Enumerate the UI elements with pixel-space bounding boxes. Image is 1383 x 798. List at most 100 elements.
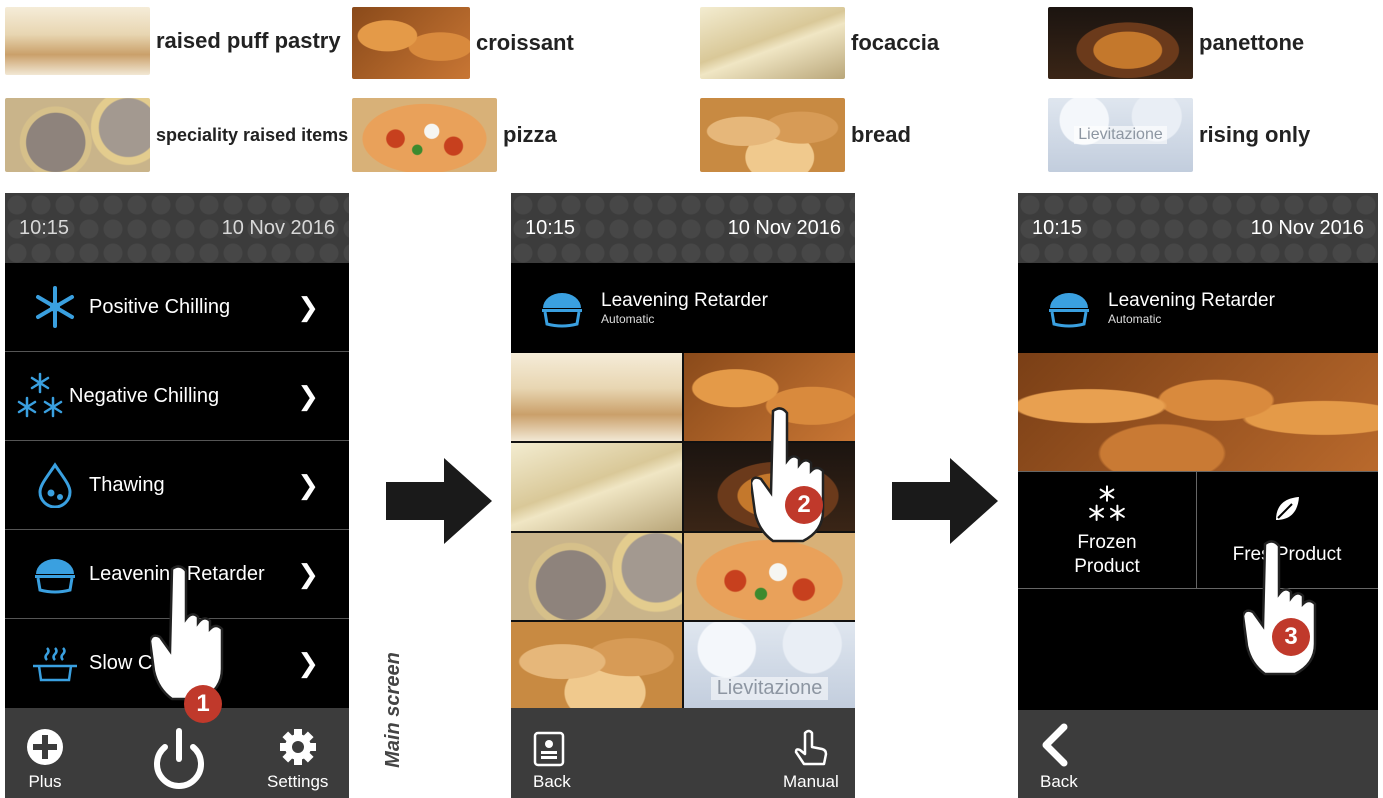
- dough-bowl-icon: [25, 549, 85, 599]
- program-mode: Automatic: [1108, 312, 1162, 326]
- plus-label: Plus: [28, 772, 62, 791]
- bottom-bar: Plus Settings: [5, 708, 349, 798]
- bottom-bar: Back: [1018, 710, 1378, 798]
- menu-item-label: Thawing: [89, 473, 165, 496]
- pointing-hand-icon: [751, 407, 825, 543]
- dough-bowl-icon: [542, 293, 582, 328]
- back-label: Back: [533, 772, 571, 791]
- snowflake-cluster-icon: [1089, 485, 1125, 521]
- dough-bowl-icon: [1049, 293, 1089, 328]
- legend-panettone: panettone: [1048, 7, 1304, 79]
- chevron-right-icon: ❯: [297, 648, 319, 678]
- clock: 10:15: [19, 216, 70, 239]
- snowflake-icon: [25, 282, 85, 332]
- chevron-left-icon: [1042, 723, 1068, 767]
- bread-image: [700, 98, 845, 172]
- side-caption: Main screen: [382, 625, 412, 795]
- legend-croissant: croissant: [352, 7, 574, 79]
- status-bar: 10:15 10 Nov 2016: [5, 193, 349, 263]
- step-badge: 3: [1272, 618, 1310, 656]
- gear-icon: [279, 729, 316, 765]
- plus-icon: [27, 729, 63, 765]
- chevron-right-icon: ❯: [297, 291, 319, 322]
- tile-focaccia[interactable]: [511, 442, 682, 531]
- legend-focaccia: focaccia: [700, 7, 939, 79]
- clock: 10:15: [525, 216, 576, 239]
- recipe-book-icon: [533, 731, 565, 767]
- lievitazione-overlay: Lievitazione: [710, 677, 829, 700]
- frozen-product-line1: Frozen: [1077, 531, 1137, 553]
- main-screen: 10:15 10 Nov 2016 Positive Chilling ❯ Ne…: [5, 193, 349, 798]
- product-type-screen: 10:15 10 Nov 2016 Leavening Retarder Aut…: [1018, 193, 1378, 798]
- program-title: Leavening Retarder: [601, 290, 768, 311]
- menu-item-negative-chilling[interactable]: Negative Chilling ❯: [5, 352, 349, 441]
- legend-label: speciality raised items: [156, 124, 349, 145]
- frozen-product-button[interactable]: Frozen Product: [1018, 484, 1196, 578]
- settings-label: Settings: [267, 772, 329, 791]
- legend-raised-puff-pastry: raised puff pastry: [5, 7, 341, 75]
- lievitazione-overlay: Lievitazione: [1074, 126, 1167, 144]
- manual-label: Manual: [783, 772, 839, 791]
- bottom-bar: Back Manual: [511, 708, 855, 798]
- pointing-hand-icon: [150, 565, 224, 701]
- drop-icon: [25, 460, 85, 510]
- program-title: Leavening Retarder: [1108, 290, 1275, 311]
- power-icon: [148, 713, 210, 793]
- chevron-right-icon: ❯: [297, 469, 319, 500]
- pizza-image: [352, 98, 497, 172]
- legend-rising-only: Lievitazione rising only: [1048, 98, 1310, 172]
- menu-item-positive-chilling[interactable]: Positive Chilling ❯: [5, 263, 349, 352]
- program-selection-screen: 10:15 10 Nov 2016 Leavening Retarder Aut…: [511, 193, 855, 798]
- step-badge: 1: [184, 685, 222, 723]
- date: 10 Nov 2016: [221, 216, 335, 239]
- legend-label: rising only: [1199, 122, 1311, 147]
- pointing-hand-icon: [1243, 540, 1317, 676]
- chevron-right-icon: ❯: [297, 380, 319, 411]
- status-bar: 10:15 10 Nov 2016: [511, 193, 855, 263]
- rising-only-image: Lievitazione: [1048, 98, 1193, 172]
- settings-button[interactable]: Settings: [267, 727, 328, 792]
- tile-rising-only[interactable]: Lievitazione: [684, 622, 855, 710]
- plus-button[interactable]: Plus: [25, 727, 65, 792]
- step-badge: 2: [785, 486, 823, 524]
- program-header: Leavening Retarder Automatic: [1018, 263, 1378, 353]
- speciality-raised-items-image: [5, 98, 150, 172]
- back-button[interactable]: Back: [533, 731, 571, 792]
- legend-label: bread: [851, 122, 911, 147]
- arrow-right-icon: [386, 458, 492, 544]
- legend-label: raised puff pastry: [156, 28, 341, 53]
- panettone-image: [1048, 7, 1193, 79]
- main-screen-caption: Main screen: [382, 652, 404, 768]
- focaccia-image: [700, 7, 845, 79]
- chevron-right-icon: ❯: [297, 558, 319, 589]
- raised-puff-pastry-image: [5, 7, 150, 75]
- power-button[interactable]: [148, 713, 210, 798]
- date: 10 Nov 2016: [727, 216, 841, 239]
- snowflake-cluster-icon: [15, 371, 65, 421]
- status-bar: 10:15 10 Nov 2016: [1018, 193, 1378, 263]
- program-mode: Automatic: [601, 312, 655, 326]
- frozen-product-line2: Product: [1074, 555, 1140, 577]
- cooking-pot-icon: [25, 639, 85, 689]
- legend-label: panettone: [1199, 30, 1305, 55]
- arrow-right-icon: [892, 458, 998, 544]
- croissant-image: [352, 7, 470, 79]
- tile-bread[interactable]: [511, 622, 682, 710]
- legend-label: pizza: [503, 122, 557, 147]
- menu-item-thawing[interactable]: Thawing ❯: [5, 441, 349, 530]
- clock: 10:15: [1032, 216, 1083, 239]
- menu-item-label: Positive Chilling: [89, 295, 231, 318]
- manual-button[interactable]: Manual: [783, 729, 839, 792]
- tile-speciality-raised-items[interactable]: [511, 532, 682, 621]
- legend-speciality-raised-items: speciality raised items: [5, 98, 348, 172]
- legend-label: croissant: [476, 30, 574, 55]
- leaf-icon: [1276, 497, 1299, 520]
- program-header: Leavening Retarder Automatic: [511, 263, 855, 353]
- legend-label: focaccia: [851, 30, 940, 55]
- back-label: Back: [1040, 772, 1078, 791]
- date: 10 Nov 2016: [1250, 216, 1364, 239]
- back-button[interactable]: Back: [1040, 723, 1078, 792]
- tile-raised-puff-pastry[interactable]: [511, 353, 682, 441]
- tile-pizza[interactable]: [684, 532, 855, 621]
- legend-bread: bread: [700, 98, 911, 172]
